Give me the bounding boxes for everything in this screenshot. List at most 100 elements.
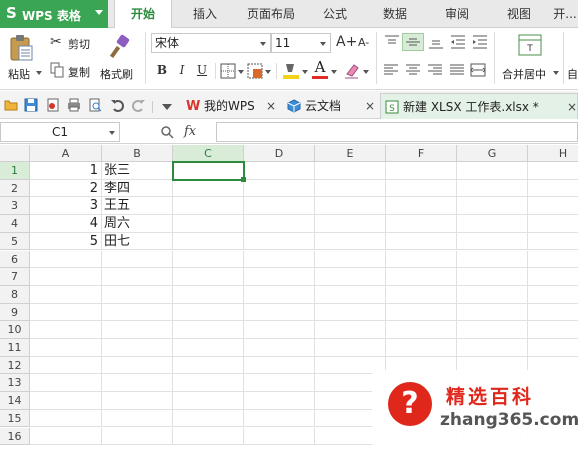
cell-A14[interactable] — [30, 392, 102, 410]
cell-F7[interactable] — [386, 268, 457, 286]
cell-C9[interactable] — [173, 303, 244, 322]
app-menu-button[interactable]: S WPS 表格 — [0, 0, 108, 28]
doc-tab-cloud-docs[interactable]: 云文档 × — [283, 93, 377, 119]
cell-G4[interactable] — [457, 215, 528, 233]
align-top-icon[interactable] — [384, 35, 400, 49]
cell-C15[interactable] — [173, 409, 244, 428]
align-bottom-icon[interactable] — [428, 35, 444, 49]
cell-A12[interactable] — [30, 356, 102, 375]
font-size-select[interactable]: 11 — [271, 33, 331, 53]
formula-input[interactable] — [216, 122, 578, 142]
fill-handle[interactable] — [241, 176, 246, 182]
clear-format-icon[interactable] — [344, 62, 360, 80]
save-icon[interactable] — [24, 98, 38, 112]
cell-C10[interactable] — [173, 321, 244, 339]
cell-A4[interactable]: 4 — [30, 215, 102, 233]
cell-B4[interactable]: 周六 — [102, 215, 173, 233]
align-center-icon[interactable] — [406, 64, 420, 76]
cell-E5[interactable] — [315, 232, 386, 251]
cell-D14[interactable] — [244, 392, 315, 410]
cell-H9[interactable] — [528, 304, 578, 322]
align-left-icon[interactable] — [384, 64, 398, 76]
cell-C11[interactable] — [173, 339, 244, 357]
column-header[interactable]: B — [102, 145, 173, 162]
cell-G11[interactable] — [457, 339, 528, 357]
row-header[interactable]: 13 — [0, 374, 30, 393]
cell-F4[interactable] — [386, 215, 457, 233]
cell-A2[interactable]: 2 — [30, 179, 102, 198]
format-painter-button[interactable]: 格式刷 — [100, 34, 140, 82]
row-header[interactable]: 6 — [0, 250, 30, 269]
cell-G9[interactable] — [457, 303, 528, 322]
cell-D3[interactable] — [244, 197, 315, 216]
align-right-icon[interactable] — [428, 64, 442, 76]
cell-A11[interactable] — [30, 339, 102, 357]
fill-color-icon[interactable] — [282, 61, 300, 81]
font-name-select[interactable]: 宋体 — [151, 33, 271, 53]
cell-H8[interactable] — [528, 286, 578, 304]
paste-dropdown-icon[interactable] — [36, 71, 42, 75]
row-header[interactable]: 9 — [0, 303, 30, 322]
column-header[interactable]: H — [528, 145, 578, 162]
cell-G1[interactable] — [457, 162, 528, 180]
cell-A1[interactable]: 1 — [30, 162, 102, 180]
cell-D10[interactable] — [244, 321, 315, 339]
cell-G3[interactable] — [457, 197, 528, 216]
cell-D5[interactable] — [244, 232, 315, 251]
cell-C2[interactable] — [173, 179, 244, 198]
cell-fill-dropdown-icon[interactable] — [265, 70, 271, 74]
redo-icon[interactable] — [132, 98, 146, 112]
cell-B12[interactable] — [102, 356, 173, 375]
borders-dropdown-icon[interactable] — [238, 70, 244, 74]
cut-button[interactable]: ✂ 剪切 — [50, 34, 96, 52]
cell-F3[interactable] — [386, 197, 457, 216]
cell-F9[interactable] — [386, 303, 457, 322]
column-header[interactable]: C — [173, 145, 244, 162]
cell-A16[interactable] — [30, 427, 102, 446]
column-header[interactable]: D — [244, 145, 315, 162]
borders-icon[interactable] — [220, 63, 236, 79]
tab-review[interactable]: 审阅 — [432, 0, 482, 28]
row-header[interactable]: 2 — [0, 179, 30, 198]
print-preview-icon[interactable] — [88, 98, 102, 112]
column-header[interactable]: A — [30, 145, 102, 162]
cell-B11[interactable] — [102, 339, 173, 357]
cell-B5[interactable]: 田七 — [102, 232, 173, 251]
cell-H7[interactable] — [528, 268, 578, 286]
row-header[interactable]: 7 — [0, 268, 30, 286]
column-header[interactable]: G — [457, 145, 528, 162]
cell-A8[interactable] — [30, 285, 102, 304]
tab-home[interactable]: 开始 — [114, 0, 172, 29]
fill-color-dropdown-icon[interactable] — [302, 70, 308, 74]
merge-center-label[interactable]: 合并居中 — [502, 66, 546, 82]
cell-A3[interactable]: 3 — [30, 197, 102, 216]
cell-D6[interactable] — [244, 250, 315, 269]
cell-F11[interactable] — [386, 339, 457, 357]
cell-B16[interactable] — [102, 427, 173, 446]
cell-fill-grid-icon[interactable] — [247, 63, 263, 79]
shrink-font-button[interactable]: A- — [358, 36, 369, 49]
cell-C8[interactable] — [173, 285, 244, 304]
zoom-search-icon[interactable] — [160, 125, 174, 139]
cell-D1[interactable] — [244, 162, 315, 180]
row-header[interactable]: 15 — [0, 409, 30, 428]
cell-D8[interactable] — [244, 285, 315, 304]
font-color-dropdown-icon[interactable] — [331, 70, 337, 74]
close-icon[interactable]: × — [567, 94, 577, 120]
cell-C14[interactable] — [173, 392, 244, 410]
cell-C13[interactable] — [173, 374, 244, 393]
cell-H5[interactable] — [528, 233, 578, 251]
doc-tab-my-wps[interactable]: W 我的WPS × — [182, 93, 278, 119]
cell-H4[interactable] — [528, 215, 578, 233]
close-icon[interactable]: × — [365, 93, 375, 119]
row-header[interactable]: 11 — [0, 339, 30, 357]
font-color-icon[interactable]: A — [312, 58, 328, 76]
row-header[interactable]: 16 — [0, 427, 30, 446]
cell-H11[interactable] — [528, 339, 578, 357]
cell-F8[interactable] — [386, 285, 457, 304]
doc-tab-active-workbook[interactable]: S 新建 XLSX 工作表.xlsx * × — [380, 93, 578, 119]
cell-A6[interactable] — [30, 250, 102, 269]
justify-icon[interactable] — [450, 64, 464, 76]
column-header[interactable]: F — [386, 145, 457, 162]
cell-F1[interactable] — [386, 162, 457, 180]
